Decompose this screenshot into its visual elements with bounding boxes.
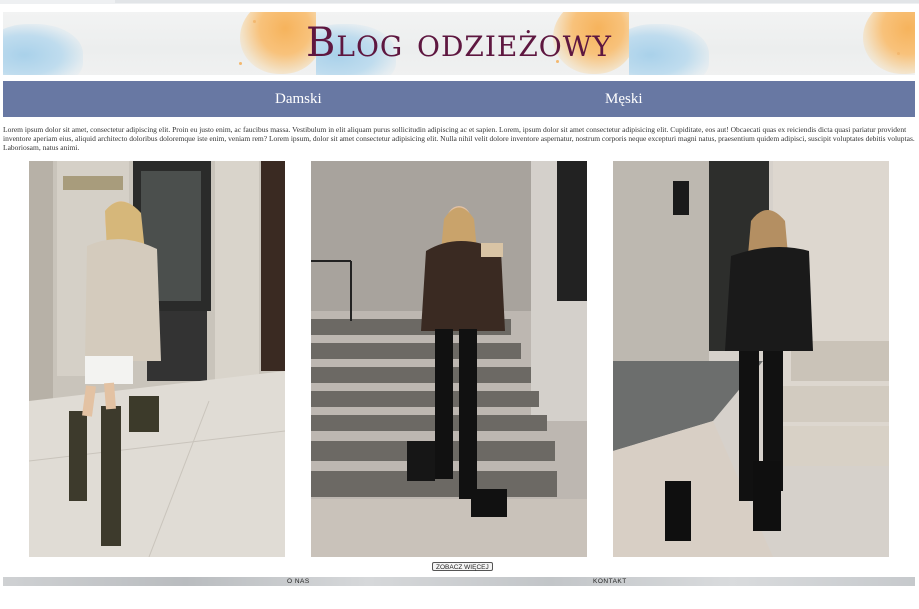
woman-beige-sweater-photo	[29, 161, 285, 557]
footer-link-kontakt[interactable]: KONTAKT	[593, 577, 627, 586]
woman-black-jacket-column-photo	[613, 161, 889, 557]
woman-leather-jacket-stairs-photo	[311, 161, 587, 557]
nav-link-damski[interactable]: Damski	[275, 81, 322, 117]
site-title: Blog odzieżowy	[305, 20, 613, 66]
footer-link-o-nas[interactable]: O NAS	[287, 577, 310, 586]
browser-tab-strip	[115, 0, 919, 3]
intro-paragraph: Lorem ipsum dolor sit amet, consectetur …	[3, 125, 915, 152]
footer-bar: O NAS KONTAKT	[3, 577, 915, 586]
nav-link-meski[interactable]: Męski	[605, 81, 643, 117]
main-nav: Damski Męski	[3, 81, 915, 117]
see-more-button[interactable]: ZOBACZ WIĘCEJ	[432, 562, 493, 571]
